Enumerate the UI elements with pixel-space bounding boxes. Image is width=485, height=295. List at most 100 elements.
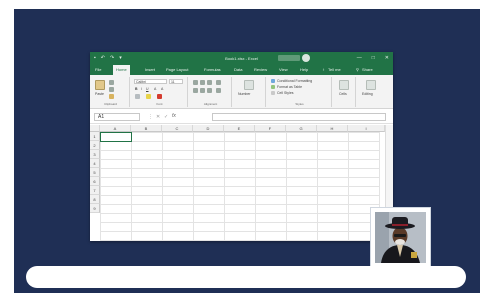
cell-styles-icon xyxy=(271,91,275,95)
more-options-icon[interactable]: ⋮ xyxy=(148,114,153,120)
merge-center-icon[interactable] xyxy=(216,88,221,93)
cells-icon[interactable] xyxy=(339,80,349,90)
presenter-webcam xyxy=(370,207,431,268)
borders-icon[interactable] xyxy=(135,94,140,99)
column-header[interactable]: G xyxy=(286,125,317,132)
column-header[interactable]: H xyxy=(317,125,348,132)
paste-label[interactable]: Paste xyxy=(95,92,104,96)
avatar[interactable] xyxy=(302,54,310,62)
minimize-button[interactable]: — xyxy=(357,55,362,61)
formula-input[interactable] xyxy=(212,113,386,121)
window-controls: — □ ✕ xyxy=(357,55,389,61)
group-label: Clipboard xyxy=(104,102,117,106)
ribbon: Paste Clipboard Calibri 11 B I U A A Fon… xyxy=(90,75,393,109)
format-as-table-icon xyxy=(271,85,275,89)
wrap-text-icon[interactable] xyxy=(216,80,221,85)
presenter-video xyxy=(375,212,426,263)
clipboard-group: Paste Clipboard xyxy=(92,77,130,107)
conditional-formatting-button[interactable]: Conditional Formatting xyxy=(277,79,312,83)
tab-formulas[interactable]: Formulas xyxy=(204,67,221,72)
font-color-icon[interactable] xyxy=(157,94,162,99)
row-header[interactable]: 8 xyxy=(90,195,100,204)
fill-color-icon[interactable] xyxy=(146,94,151,99)
search-icon[interactable] xyxy=(366,80,376,90)
tab-review[interactable]: Review xyxy=(254,67,267,72)
align-left-icon[interactable] xyxy=(193,88,198,93)
font-name-select[interactable]: Calibri xyxy=(134,79,167,84)
number-format-button[interactable]: Number xyxy=(238,92,250,96)
column-header[interactable]: C xyxy=(162,125,193,132)
align-middle-icon[interactable] xyxy=(200,80,205,85)
align-center-icon[interactable] xyxy=(200,88,205,93)
copy-icon[interactable] xyxy=(109,87,114,92)
cell-grid[interactable] xyxy=(100,132,380,241)
align-right-icon[interactable] xyxy=(207,88,212,93)
share-button[interactable]: Share xyxy=(362,67,373,72)
ribbon-tabs: File Home Insert Page Layout Formulas Da… xyxy=(90,65,393,75)
tab-data[interactable]: Data xyxy=(234,67,242,72)
cancel-icon[interactable]: ✕ xyxy=(156,114,160,120)
styles-group: Conditional Formatting Format as Table C… xyxy=(268,77,332,107)
cell-styles-button[interactable]: Cell Styles xyxy=(277,91,294,95)
account-name[interactable] xyxy=(278,55,300,61)
cells-group: Cells xyxy=(334,77,356,107)
underline-button[interactable]: U xyxy=(146,87,149,91)
select-all-corner[interactable] xyxy=(90,125,100,132)
column-header[interactable]: B xyxy=(131,125,162,132)
format-as-table-button[interactable]: Format as Table xyxy=(277,85,302,89)
group-label: Alignment xyxy=(203,102,218,106)
align-top-icon[interactable] xyxy=(193,80,198,85)
percent-icon[interactable] xyxy=(244,80,254,90)
presentation-slide: ▪ ↶ ↷ ▾ Book1.xlsx - Excel — □ ✕ File Ho… xyxy=(14,9,480,293)
align-bottom-icon[interactable] xyxy=(207,80,212,85)
window-title: Book1.xlsx - Excel xyxy=(225,56,258,61)
group-label: Styles xyxy=(295,102,304,106)
name-box[interactable]: A1 xyxy=(94,113,140,121)
format-painter-icon[interactable] xyxy=(109,94,114,99)
tab-home[interactable]: Home xyxy=(113,65,130,75)
presenter-portrait xyxy=(375,212,426,263)
row-header[interactable]: 7 xyxy=(90,186,100,195)
close-button[interactable]: ✕ xyxy=(385,55,389,61)
editing-button[interactable]: Editing xyxy=(362,92,373,96)
column-header[interactable]: I xyxy=(348,125,385,132)
maximize-button[interactable]: □ xyxy=(372,55,375,61)
row-header[interactable]: 5 xyxy=(90,168,100,177)
spreadsheet-grid[interactable]: A B C D E F G H I 1 2 3 4 5 6 7 8 9 xyxy=(90,125,393,241)
enter-icon[interactable]: ✓ xyxy=(164,114,168,120)
tab-file[interactable]: File xyxy=(95,67,101,72)
formula-bar: A1 ⋮ ✕ ✓ fx xyxy=(90,110,393,124)
column-header[interactable]: F xyxy=(255,125,286,132)
alignment-group: Alignment xyxy=(190,77,232,107)
lightbulb-icon: ♀ xyxy=(322,67,325,72)
italic-button[interactable]: I xyxy=(141,87,142,91)
row-header[interactable]: 3 xyxy=(90,150,100,159)
row-header[interactable]: 4 xyxy=(90,159,100,168)
cells-button[interactable]: Cells xyxy=(339,92,347,96)
font-grow-icon[interactable]: A xyxy=(154,87,156,91)
tab-insert[interactable]: Insert xyxy=(145,67,155,72)
group-label: Font xyxy=(156,102,163,106)
paste-icon[interactable] xyxy=(95,80,105,90)
bold-button[interactable]: B xyxy=(135,87,138,91)
column-header[interactable]: D xyxy=(193,125,224,132)
insert-function-icon[interactable]: fx xyxy=(172,113,176,119)
caption-bar xyxy=(26,266,466,288)
tell-me-search[interactable]: Tell me xyxy=(328,67,341,72)
tab-page-layout[interactable]: Page Layout xyxy=(166,67,188,72)
tab-view[interactable]: View xyxy=(279,67,288,72)
row-header[interactable]: 6 xyxy=(90,177,100,186)
excel-window: ▪ ↶ ↷ ▾ Book1.xlsx - Excel — □ ✕ File Ho… xyxy=(90,52,393,241)
tab-help[interactable]: Help xyxy=(300,67,308,72)
selected-cell-a1[interactable] xyxy=(100,132,132,142)
cut-icon[interactable] xyxy=(109,80,114,85)
column-header[interactable]: E xyxy=(224,125,255,132)
font-shrink-icon[interactable]: A xyxy=(161,87,163,91)
column-header[interactable]: A xyxy=(100,125,131,132)
share-icon: ⚲ xyxy=(356,67,359,72)
font-size-select[interactable]: 11 xyxy=(169,79,183,84)
row-header[interactable]: 9 xyxy=(90,204,100,213)
font-group: Calibri 11 B I U A A Font xyxy=(132,77,188,107)
row-header[interactable]: 2 xyxy=(90,141,100,150)
row-header[interactable]: 1 xyxy=(90,132,100,141)
